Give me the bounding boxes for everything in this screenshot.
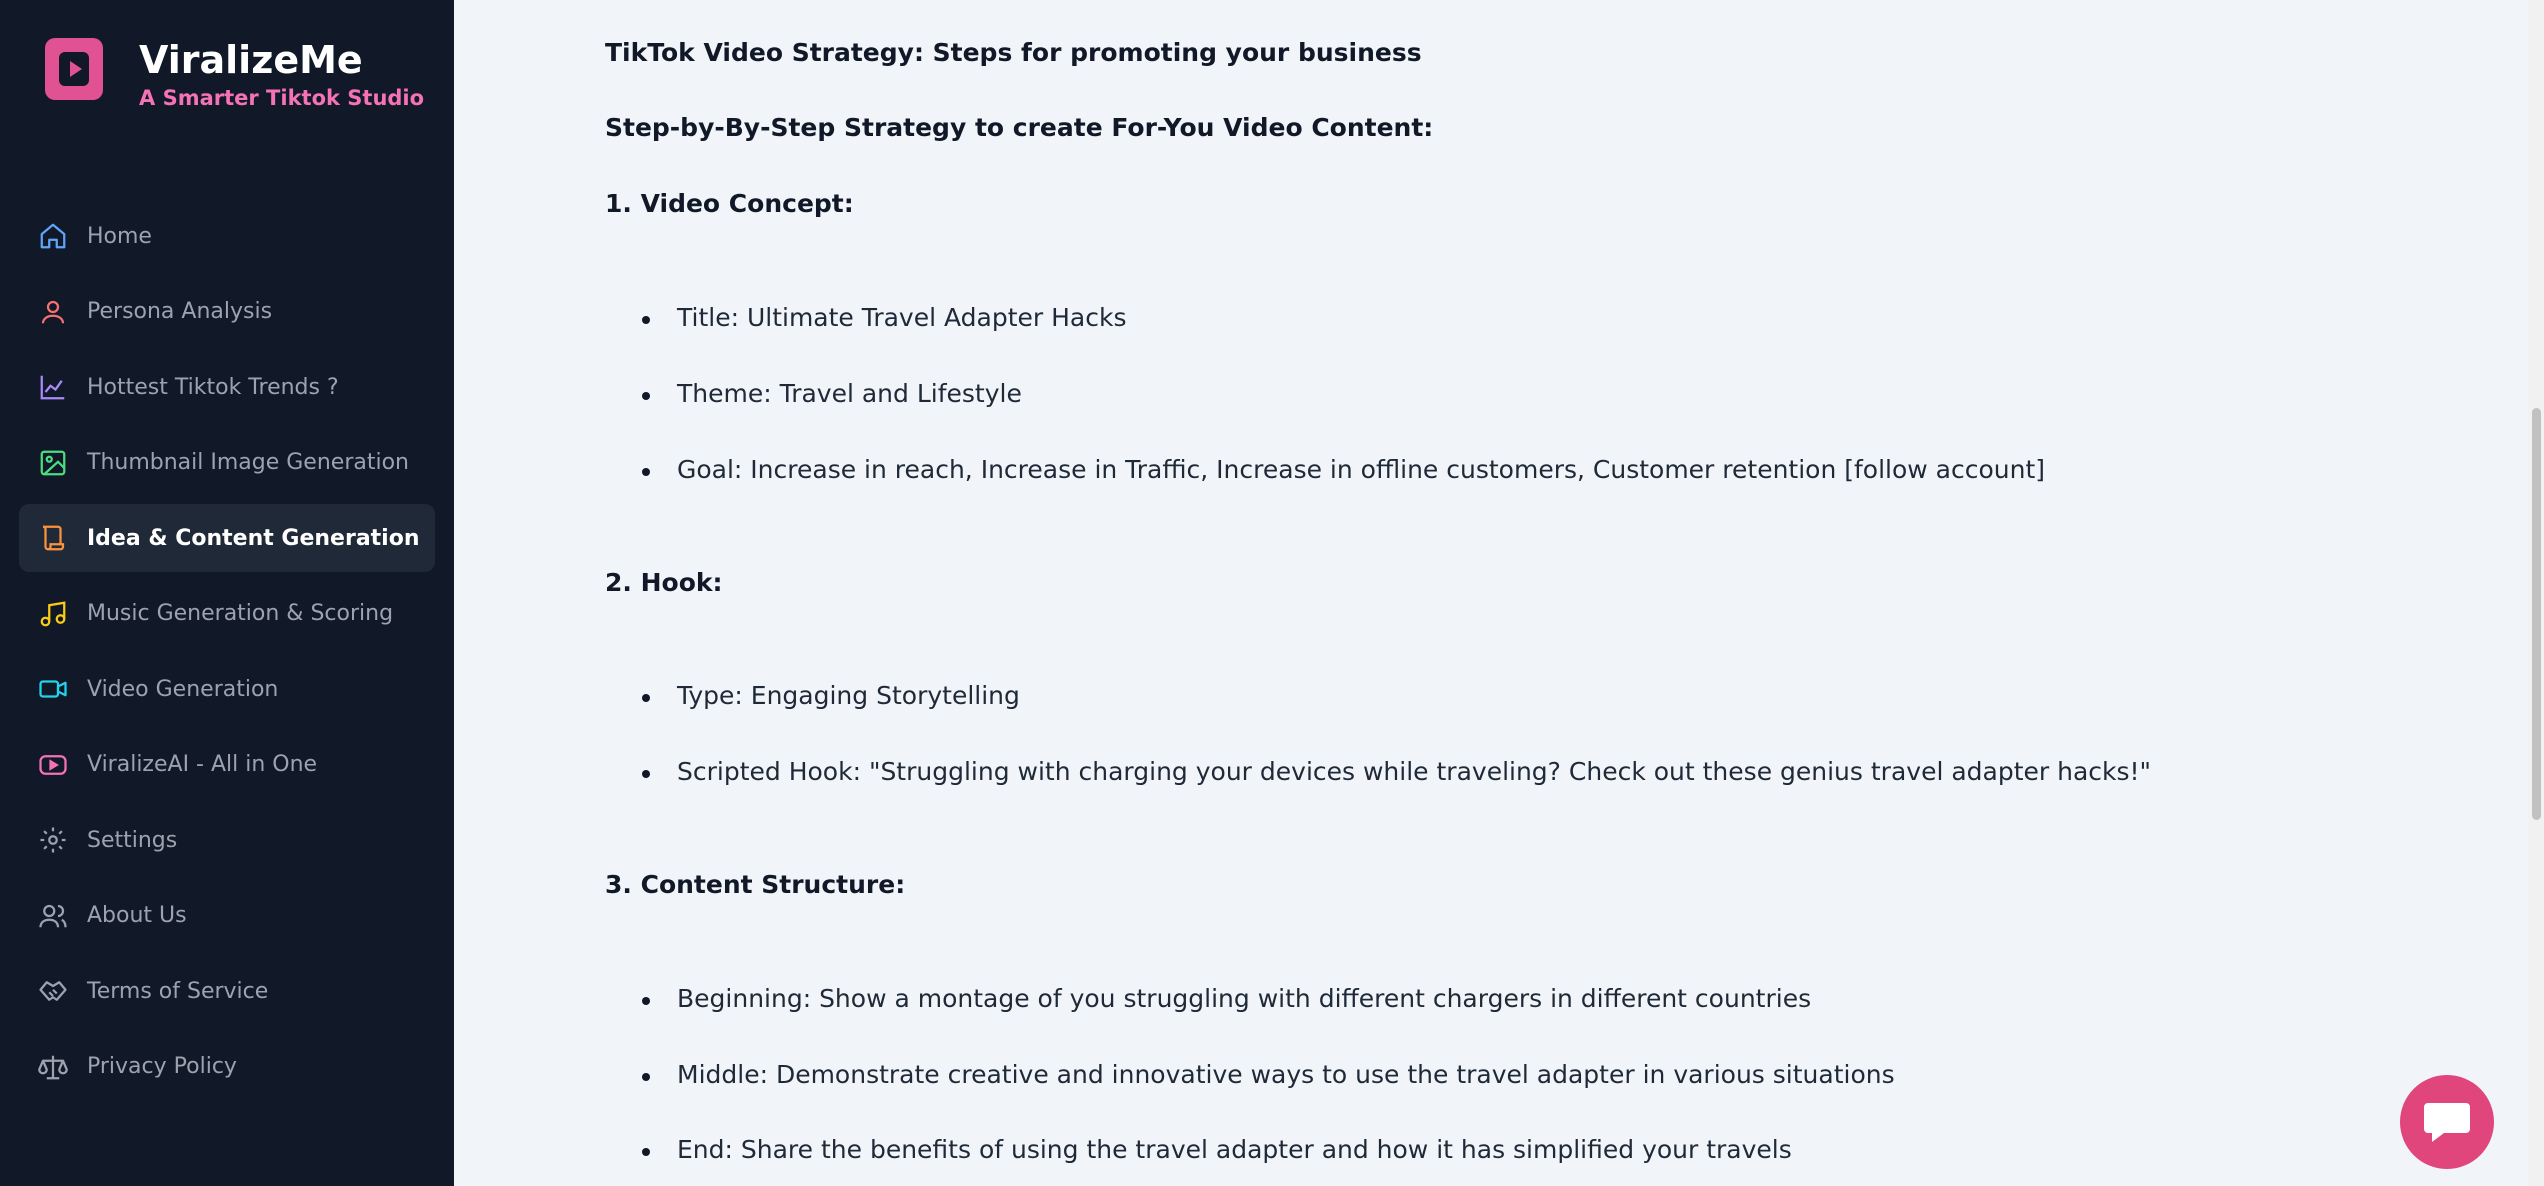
sidebar-item-label: About Us — [87, 903, 187, 928]
scale-icon — [38, 1055, 68, 1079]
sidebar-item-label: Music Generation & Scoring — [87, 601, 394, 626]
sidebar-item-hottest-trends[interactable]: Hottest Tiktok Trends ? — [19, 353, 435, 421]
scrollbar-thumb[interactable] — [2532, 408, 2541, 820]
sidebar-item-thumbnail-generation[interactable]: Thumbnail Image Generation — [19, 429, 435, 497]
section-heading: 2. Hook: — [605, 568, 723, 597]
sidebar-item-music-generation[interactable]: Music Generation & Scoring — [19, 580, 435, 648]
sidebar-item-label: Persona Analysis — [87, 299, 273, 324]
sidebar-item-about-us[interactable]: About Us — [19, 882, 435, 950]
sidebar-item-label: Home — [87, 223, 152, 249]
home-icon — [40, 223, 66, 249]
sidebar-item-label: Privacy Policy — [87, 1054, 237, 1079]
list-item: End: Share the benefits of using the tra… — [642, 1135, 1792, 1164]
strategy-title: TikTok Video Strategy: Steps for promoti… — [605, 38, 1422, 67]
sidebar-item-settings[interactable]: Settings — [19, 806, 435, 874]
users-icon — [39, 904, 67, 927]
sidebar-item-label: Terms of Service — [87, 978, 269, 1004]
sidebar-item-terms-of-service[interactable]: Terms of Service — [19, 957, 435, 1025]
video-icon — [39, 680, 67, 698]
list-item: Title: Ultimate Travel Adapter Hacks — [642, 303, 1127, 332]
list-item: Middle: Demonstrate creative and innovat… — [642, 1060, 1895, 1089]
sidebar-item-video-generation[interactable]: Video Generation — [19, 655, 435, 723]
play-logo-icon — [45, 38, 103, 100]
brand[interactable]: ViralizeMe A Smarter Tiktok Studio — [45, 38, 424, 110]
brand-title: ViralizeMe — [139, 38, 363, 82]
page-scrollbar[interactable] — [2528, 0, 2544, 1186]
scroll-icon — [42, 525, 65, 551]
chart-icon — [40, 375, 65, 400]
handshake-icon — [39, 981, 67, 1001]
sidebar-item-label: Video Generation — [87, 676, 279, 702]
section-heading: 1. Video Concept: — [605, 189, 854, 218]
sidebar-item-home[interactable]: Home — [19, 202, 435, 270]
youtube-icon — [39, 754, 67, 775]
sidebar-item-privacy-policy[interactable]: Privacy Policy — [19, 1033, 435, 1101]
sidebar-item-viralizeai[interactable]: ViralizeAI - All in One — [19, 731, 435, 799]
list-item: Scripted Hook: "Struggling with charging… — [641, 757, 2152, 786]
gear-icon — [40, 827, 66, 853]
chat-button[interactable] — [2400, 1075, 2494, 1169]
strategy-subtitle: Step-by-By-Step Strategy to create For-Y… — [605, 113, 1434, 142]
sidebar-item-label: Hottest Tiktok Trends ? — [87, 374, 339, 400]
sidebar-item-idea-content-generation[interactable]: Idea & Content Generation — [19, 504, 435, 572]
music-icon — [40, 600, 66, 626]
sidebar: ViralizeMe A Smarter Tiktok Studio Home … — [0, 0, 454, 1186]
sidebar-item-label: ViralizeAI - All in One — [87, 752, 318, 777]
user-icon — [41, 300, 65, 323]
list-item: Type: Engaging Storytelling — [642, 681, 1020, 710]
sidebar-item-label: Settings — [87, 827, 178, 853]
list-item: Goal: Increase in reach, Increase in Tra… — [641, 455, 2046, 484]
image-icon — [40, 450, 66, 475]
sidebar-item-label: Idea & Content Generation — [87, 525, 420, 551]
list-item: Theme: Travel and Lifestyle — [642, 379, 1022, 408]
section-heading: 3. Content Structure: — [605, 870, 906, 899]
list-item: Beginning: Show a montage of you struggl… — [641, 984, 1812, 1013]
sidebar-item-label: Thumbnail Image Generation — [87, 450, 409, 475]
chat-bubble-icon — [2424, 1103, 2470, 1142]
sidebar-nav: Home Persona Analysis Hottest Tiktok Tre… — [19, 202, 435, 1108]
sidebar-item-persona-analysis[interactable]: Persona Analysis — [19, 278, 435, 346]
brand-subtitle: A Smarter Tiktok Studio — [139, 86, 425, 110]
